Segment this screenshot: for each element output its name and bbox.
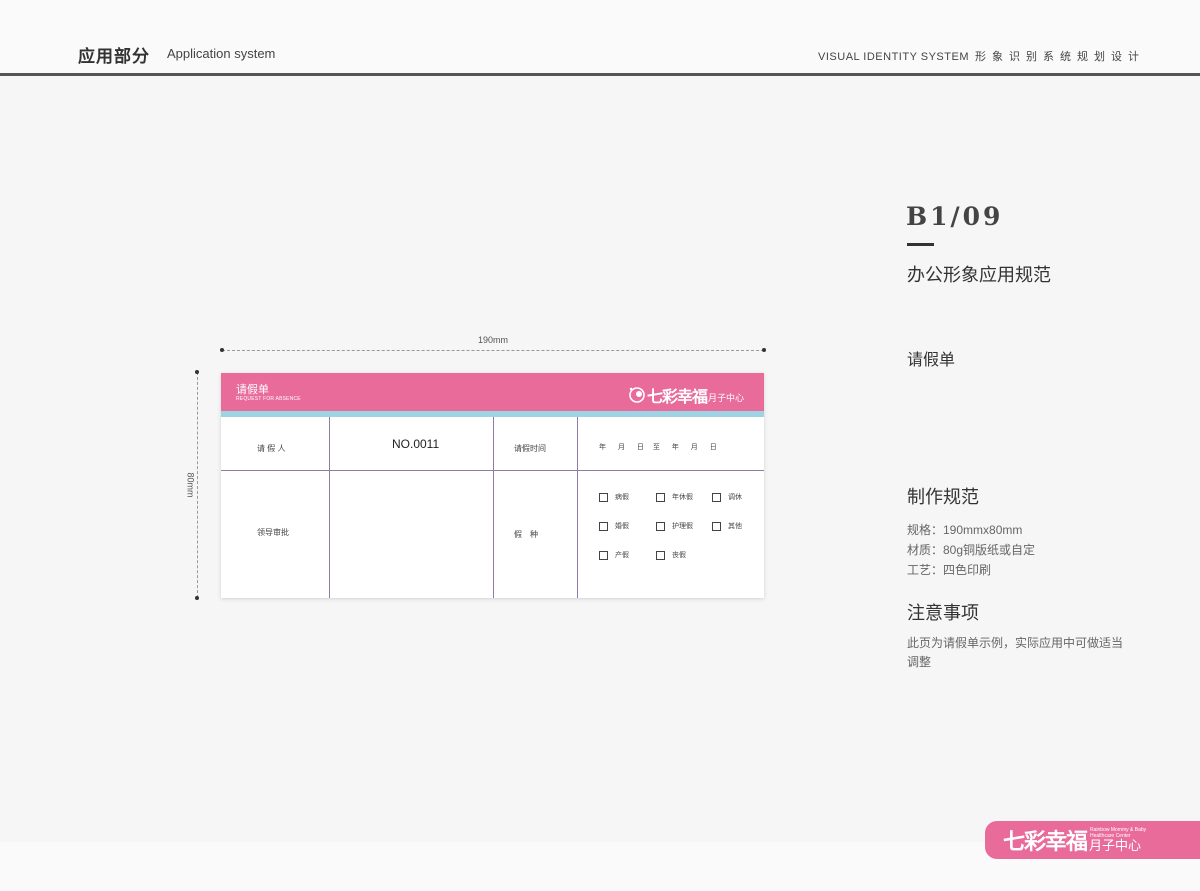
header-divider [0,73,1200,76]
checkbox-icon[interactable] [656,492,665,502]
grid-line [493,417,494,598]
applicant-label: 请 假 人 [257,444,286,453]
height-dimension-line [195,370,199,600]
leave-type-option[interactable]: 护理假 [656,521,693,531]
leave-form: 请假单 REQUEST FOR ABSENCE 七彩幸福 月子中心 请 假 人 … [221,373,764,598]
form-header: 请假单 REQUEST FOR ABSENCE 七彩幸福 月子中心 [221,373,764,411]
dimension-endpoint [195,596,199,600]
footer-tagline: Rainbow Mommy & Baby Healthcare Center [1090,827,1147,839]
mother-baby-icon [629,387,645,403]
dimension-endpoint [220,348,224,352]
grid-line [221,470,764,471]
height-dimension-label: 80mm [185,472,196,498]
date-range: 年 月 日 至 年 月 日 [599,444,718,451]
spec-process: 工艺：四色印刷 [907,563,992,577]
system-title: VISUAL IDENTITY SYSTEM 形象识别系统规划设计 [818,48,1145,64]
grid-line [577,417,578,598]
spec-material: 材质：80g铜版纸或自定 [907,543,1036,557]
width-dimension-label: 190mm [478,335,509,345]
leave-type-option[interactable]: 调休 [712,492,742,502]
form-subtitle: REQUEST FOR ABSENCE [236,396,301,402]
form-title: 请假单 [236,384,269,396]
spec-title: 制作规范 [907,487,979,507]
logo-sub: 月子中心 [707,392,744,403]
checkbox-icon[interactable] [599,521,608,531]
leave-type-label: 假 种 [514,530,538,539]
code-underline [907,243,934,246]
dimension-endpoint [762,348,766,352]
page-code: B1/09 [906,202,1004,231]
dimension-endpoint [195,370,199,374]
leave-type-option[interactable]: 产假 [599,550,629,560]
leave-type-option[interactable]: 其他 [712,521,742,531]
logo-brand: 七彩幸福 [646,389,708,406]
leave-type-option[interactable]: 婚假 [599,521,629,531]
section-title-cn: 应用部分 [78,47,150,67]
spec-size: 规格：190mmx80mm [907,523,1023,537]
checkbox-icon[interactable] [656,550,665,560]
leave-type-option[interactable]: 丧假 [656,550,686,560]
form-grid: 请 假 人 NO.0011 请假时间 年 月 日 至 年 月 日 领导审批 假 … [221,417,764,598]
leave-type-option[interactable]: 病假 [599,492,629,502]
checkbox-icon[interactable] [599,550,608,560]
leave-type-option[interactable]: 年休假 [656,492,693,502]
footer-brand: 七彩幸福 [1003,829,1088,854]
checkbox-icon[interactable] [712,492,721,502]
grid-line [329,417,330,598]
checkbox-icon[interactable] [712,521,721,531]
approval-label: 领导审批 [257,528,289,537]
section-title-en: Application system [167,46,276,61]
system-title-cn: 形象识别系统规划设计 [975,51,1145,63]
category-title: 办公形象应用规范 [907,265,1051,285]
form-number: NO.0011 [392,437,440,451]
item-title: 请假单 [907,352,956,369]
leave-time-label: 请假时间 [514,444,546,453]
system-title-en: VISUAL IDENTITY SYSTEM [818,51,969,63]
width-dimension-line [220,348,766,352]
brand-logo: 七彩幸福 月子中心 [627,383,744,407]
footer-logo: 七彩幸福 月子中心 Rainbow Mommy & Baby Healthcar… [985,821,1200,859]
checkbox-icon[interactable] [599,492,608,502]
checkbox-icon[interactable] [656,521,665,531]
note-text: 此页为请假单示例，实际应用中可做适当调整 [907,636,1124,669]
note-title: 注意事项 [907,603,979,623]
